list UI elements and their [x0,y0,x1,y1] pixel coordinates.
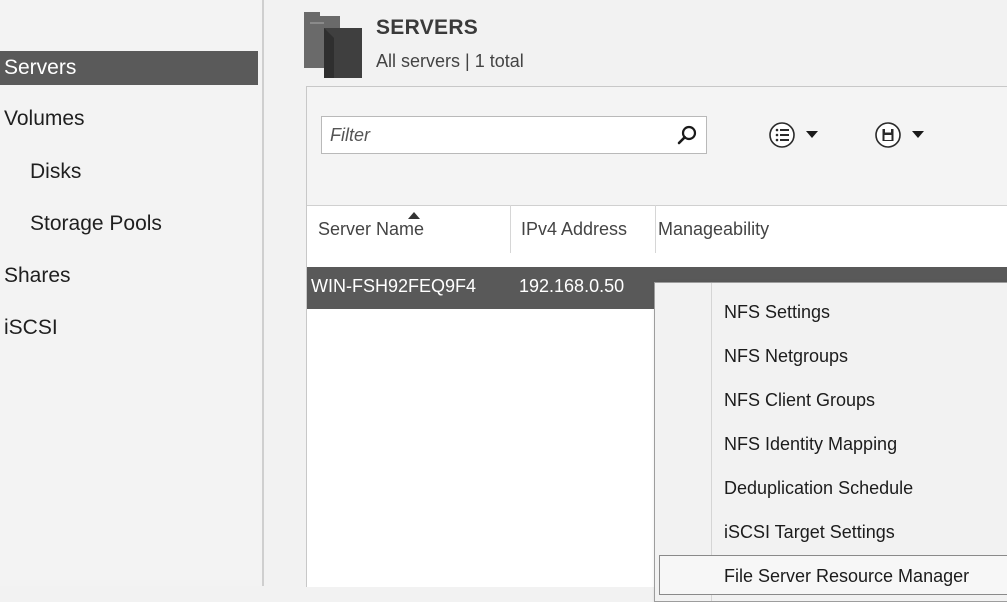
nav-item-servers[interactable]: Servers [0,51,258,85]
filter-input[interactable] [322,117,680,153]
server-name-cell: WIN-FSH92FEQ9F4 [311,276,477,296]
pane-splitter[interactable] [262,0,264,586]
column-separator[interactable] [510,205,511,253]
server-folder-icon [304,12,362,78]
list-options-icon[interactable] [767,120,833,150]
column-header-server-name[interactable]: Server Name [312,205,510,253]
nav-item-iscsi[interactable]: iSCSI [0,311,258,345]
nav-item-disks[interactable]: Disks [0,155,258,189]
navigation-pane: Servers Volumes Disks Storage Pools Shar… [0,0,262,586]
filter-box [321,116,707,154]
nav-item-shares[interactable]: Shares [0,259,258,293]
column-header-ipv4-address[interactable]: IPv4 Address [515,205,655,253]
menu-item-nfs-identity-mapping[interactable]: NFS Identity Mapping [655,424,1007,464]
nav-item-storage-pools[interactable]: Storage Pools [0,207,258,241]
page-subtitle: All servers | 1 total [376,51,524,71]
toolbar [307,87,1007,206]
ipv4-address-cell: 192.168.0.50 [519,276,625,296]
column-header-manageability[interactable]: Manageability [652,205,952,253]
menu-item-deduplication-schedule[interactable]: Deduplication Schedule [655,468,1007,508]
menu-item-file-server-resource-manager[interactable]: File Server Resource Manager [659,555,1007,595]
column-header-label: Server Name [318,219,425,239]
nav-item-volumes[interactable]: Volumes [0,102,258,136]
page-title: SERVERS [376,16,479,39]
menu-item-nfs-settings[interactable]: NFS Settings [655,292,1007,332]
menu-item-nfs-client-groups[interactable]: NFS Client Groups [655,380,1007,420]
search-icon[interactable] [676,123,700,147]
save-query-icon[interactable] [873,120,939,150]
sort-ascending-icon [408,212,420,219]
menu-item-nfs-netgroups[interactable]: NFS Netgroups [655,336,1007,376]
menu-item-iscsi-target-settings[interactable]: iSCSI Target Settings [655,512,1007,552]
context-menu: NFS Settings NFS Netgroups NFS Client Gr… [654,282,1007,602]
